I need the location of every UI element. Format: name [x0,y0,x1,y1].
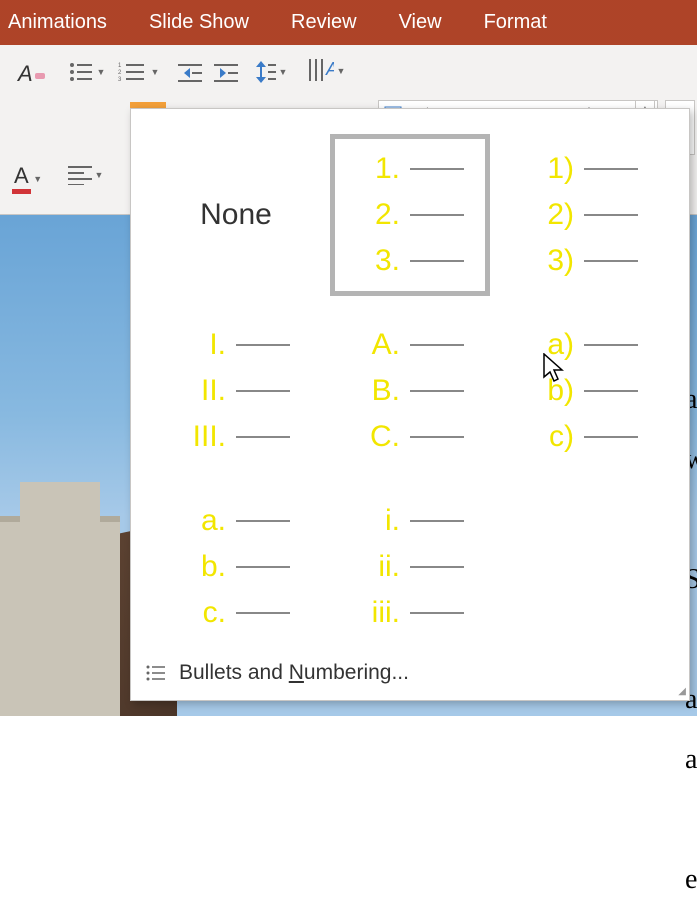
eraser-icon [33,67,47,81]
clear-formatting-button[interactable]: A [18,61,47,87]
bullets-and-numbering-menu-item[interactable]: Bullets and Numbering... [131,645,689,700]
line-spacing-icon [256,61,276,83]
numbering-split-button[interactable]: 1 2 3 ▼ [118,61,160,83]
chevron-down-icon: ▼ [336,66,346,76]
chevron-down-icon: ▼ [94,170,104,180]
align-left-button[interactable]: ▼ [68,165,104,185]
numbering-option-upper-alpha[interactable]: A. B. C. [323,303,497,479]
font-color-icon: A [12,163,31,194]
numbering-option-upper-roman[interactable]: I. II. III. [149,303,323,479]
increase-indent-button[interactable] [214,63,238,88]
decrease-indent-button[interactable] [178,63,202,88]
chevron-down-icon: ▼ [150,67,160,77]
background-building [0,516,120,716]
numbering-icon: 1 2 3 [118,61,148,83]
numbering-option-lower-alpha-paren[interactable]: a) b) c) [497,303,671,479]
numbering-option-lower-roman[interactable]: i. ii. iii. [323,479,497,655]
tab-slideshow[interactable]: Slide Show [149,11,249,34]
tab-format[interactable]: Format [484,11,547,34]
svg-text:A: A [325,59,334,79]
tab-view[interactable]: View [399,11,442,34]
ribbon-tabs: Animations Slide Show Review View Format [0,0,697,45]
tab-animations[interactable]: Animations [8,11,107,34]
line-spacing-button[interactable]: ▼ [256,61,288,83]
bullets-and-numbering-label: Bullets and Numbering... [179,661,409,685]
svg-text:3: 3 [118,77,122,83]
chevron-down-icon: ▼ [33,174,43,184]
chevron-down-icon: ▼ [278,67,288,77]
resize-grip-icon[interactable]: ◢ [678,686,686,697]
text-direction-icon: A [306,57,334,85]
bullets-split-button[interactable]: ▼ [68,61,106,83]
svg-text:2: 2 [118,70,122,76]
decrease-indent-icon [178,63,202,83]
tab-review[interactable]: Review [291,11,357,34]
chevron-down-icon: ▼ [96,67,106,77]
numbering-option-lower-alpha[interactable]: a. b. c. [149,479,323,655]
increase-indent-icon [214,63,238,83]
svg-text:1: 1 [118,63,122,69]
font-color-button[interactable]: A ▼ [12,163,43,194]
bullets-numbering-icon [145,664,167,682]
numbering-options-grid: None 1. 2. 3. 1) 2) 3) I. II. III. A. B.… [131,109,689,655]
numbering-option-decimal-paren[interactable]: 1) 2) 3) [497,127,671,303]
numbering-option-none[interactable]: None [149,127,323,303]
bullets-icon [68,61,94,83]
none-label: None [200,198,272,232]
numbering-dropdown: None 1. 2. 3. 1) 2) 3) I. II. III. A. B.… [130,108,690,701]
text-direction-button[interactable]: A ▼ [306,57,346,85]
align-left-icon [68,165,92,185]
numbering-option-decimal-period[interactable]: 1. 2. 3. [323,127,497,303]
clear-formatting-icon: A [18,61,33,87]
